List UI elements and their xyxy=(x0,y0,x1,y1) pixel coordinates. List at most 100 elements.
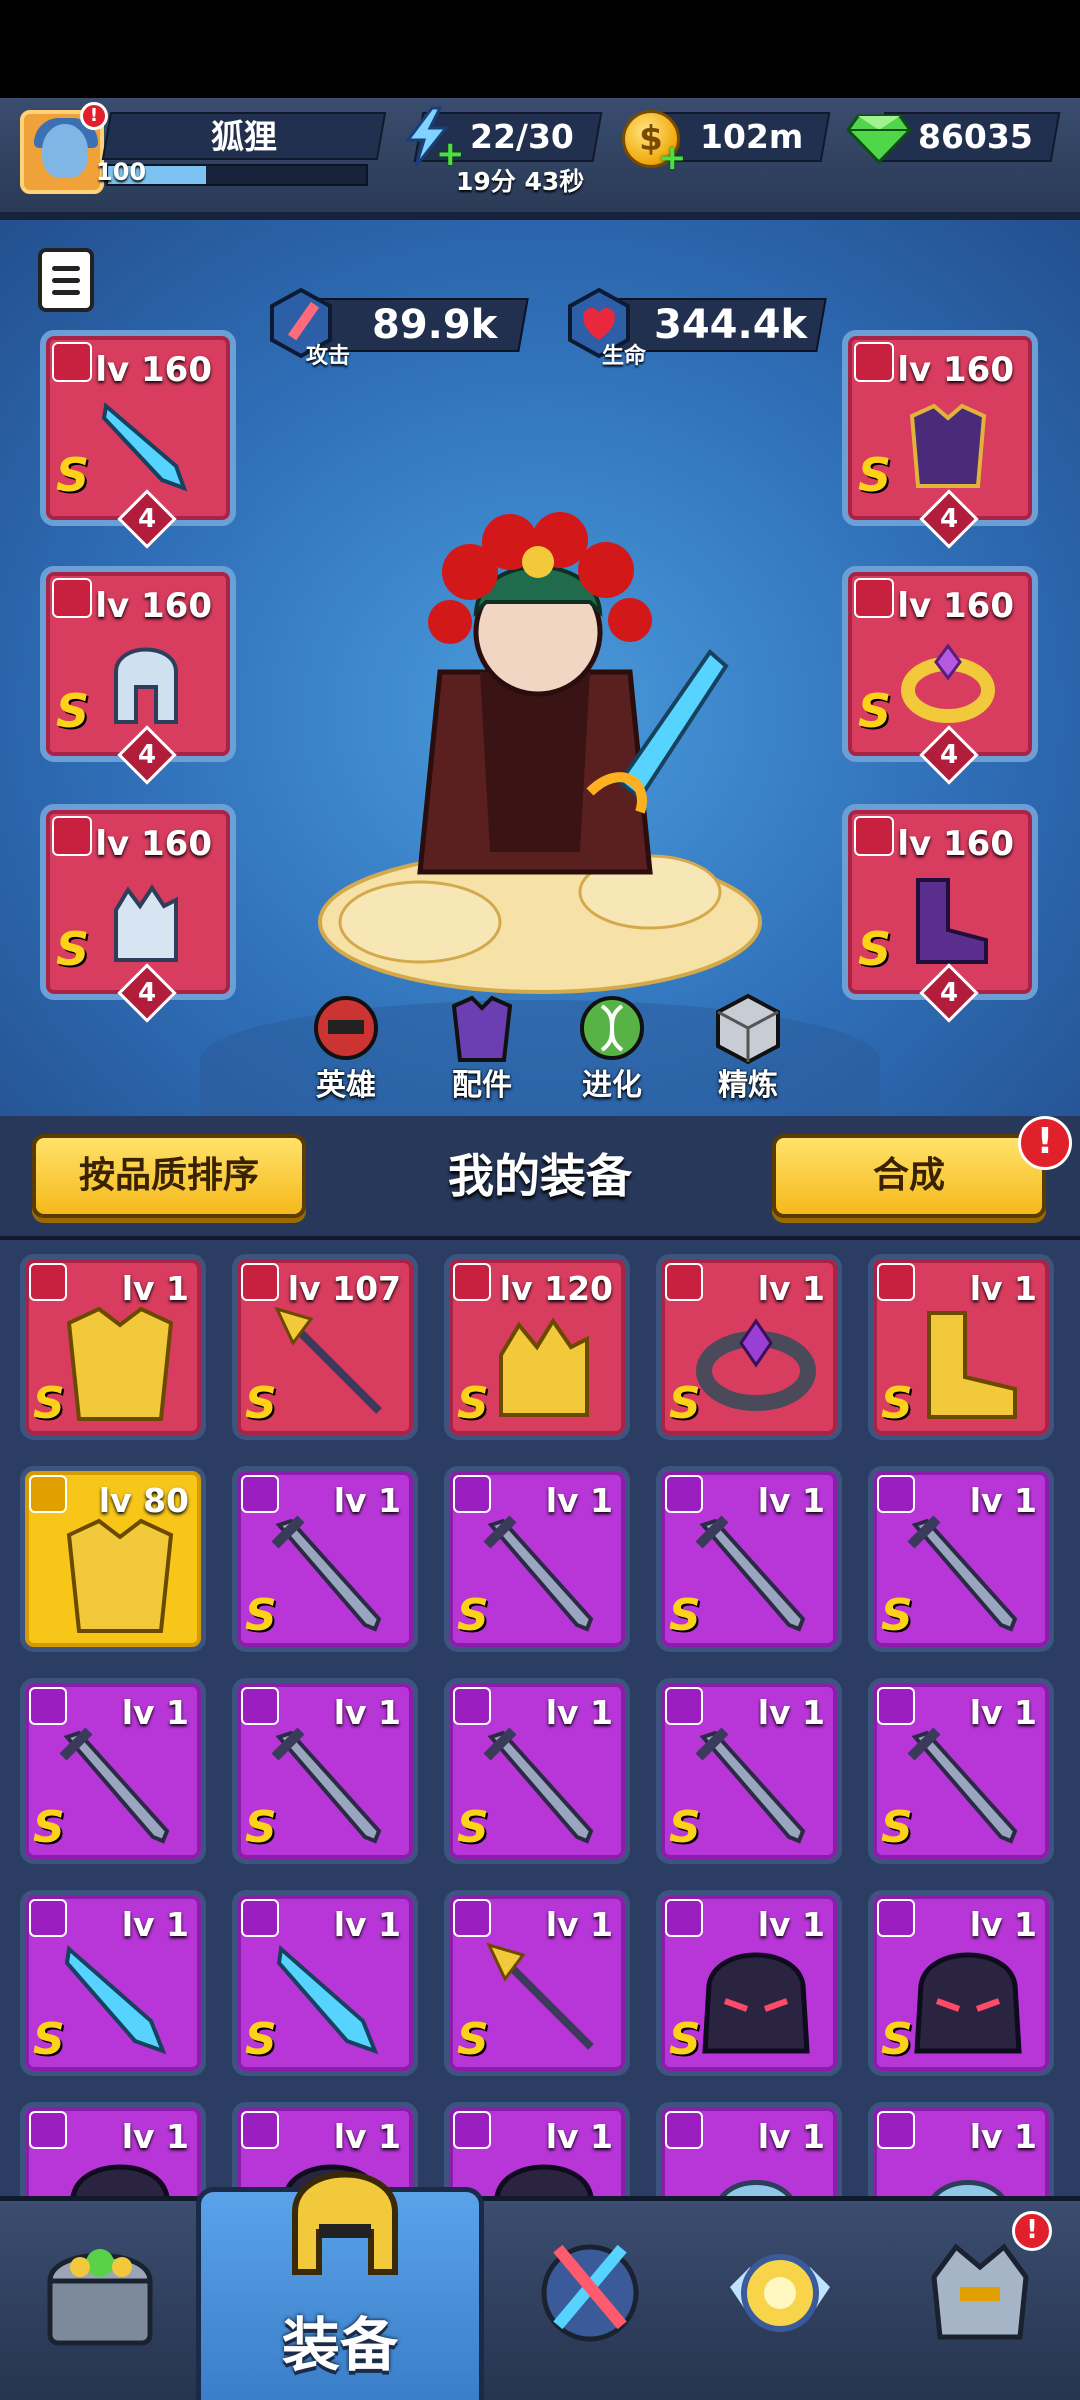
status-bar xyxy=(0,0,1080,98)
item-level: lv 80 xyxy=(98,1481,189,1520)
nav-shop[interactable] xyxy=(0,2207,200,2400)
item-level: lv 1 xyxy=(121,1269,189,1308)
item-type-icon xyxy=(241,1263,279,1301)
item-type-icon xyxy=(453,1899,491,1937)
item-grade: S xyxy=(33,1378,65,1429)
player-name: 狐狸 xyxy=(211,117,277,156)
equipment-item[interactable]: lv 1 xyxy=(656,2102,842,2200)
equipment-item[interactable]: lv 1 xyxy=(868,2102,1054,2200)
item-type-icon xyxy=(665,2111,703,2149)
equipment-item[interactable]: lv 120 S xyxy=(444,1254,630,1440)
item-grade: S xyxy=(669,1378,701,1429)
equipment-item[interactable]: lv 1 S xyxy=(868,1890,1054,2076)
energy-timer: 19分 43秒 xyxy=(456,167,585,196)
equipped-boots-slot[interactable]: lv 160 S 4 xyxy=(842,804,1038,1023)
tab-accessory[interactable]: 配件 xyxy=(432,990,532,1104)
equipment-item[interactable]: lv 1 S xyxy=(656,1890,842,2076)
item-type-icon xyxy=(665,1263,703,1301)
item-level: lv 120 xyxy=(499,1269,613,1308)
merge-button[interactable]: 合成 xyxy=(772,1134,1046,1218)
equipped-weapon-slot[interactable]: lv 160 S 4 xyxy=(40,330,236,549)
slot-star-badge: 4 xyxy=(117,725,177,785)
item-level: lv 1 xyxy=(969,2117,1037,2156)
item-level: lv 1 xyxy=(757,1693,825,1732)
clipboard-icon[interactable] xyxy=(38,248,94,312)
spear-icon xyxy=(274,1306,382,1414)
item-type-icon xyxy=(241,1475,279,1513)
gauntlet-icon xyxy=(499,1317,589,1417)
avatar-alert-icon: ! xyxy=(80,102,108,130)
equipment-item[interactable]: lv 1 S xyxy=(20,1890,206,2076)
refine-cube-icon xyxy=(716,993,780,1065)
nav-equipment[interactable]: 装备 xyxy=(196,2171,484,2400)
tab-hero-label: 英雄 xyxy=(316,1068,376,1103)
equipment-item[interactable]: lv 1 S xyxy=(656,1678,842,1864)
item-type-icon xyxy=(877,1687,915,1725)
equipment-item[interactable]: lv 1 S xyxy=(20,1254,206,1440)
sort-by-quality-button[interactable]: 按品质排序 xyxy=(32,1134,306,1218)
hero-helmet-icon xyxy=(314,996,378,1060)
equipment-item[interactable]: lv 1 S xyxy=(444,1890,630,2076)
equipment-item[interactable]: lv 1 S xyxy=(20,1678,206,1864)
equipment-item[interactable]: lv 80 xyxy=(20,1466,206,1652)
top-bar: ! 狐狸 100 + 22/30 19分 43秒 $ + 102m 86035 xyxy=(0,98,1080,216)
equipment-item[interactable]: lv 1 xyxy=(444,2102,630,2200)
equipment-item[interactable]: lv 1 S xyxy=(232,1466,418,1652)
attack-value: 89.9k xyxy=(372,302,498,348)
item-level: lv 1 xyxy=(121,1905,189,1944)
nav-rank[interactable]: ! xyxy=(880,2207,1080,2400)
equipment-item[interactable]: lv 1 xyxy=(20,2102,206,2200)
equipment-item[interactable]: lv 1 S xyxy=(444,1678,630,1864)
nav-summon[interactable] xyxy=(680,2207,880,2400)
armor-icon xyxy=(66,1518,174,1633)
equipment-item[interactable]: lv 1 S xyxy=(868,1466,1054,1652)
equipped-ring-slot[interactable]: lv 160 S 4 xyxy=(842,566,1038,785)
equipment-item[interactable]: lv 1 S xyxy=(656,1466,842,1652)
boots-icon xyxy=(927,1311,1017,1419)
equipment-item[interactable]: lv 1 S xyxy=(868,1678,1054,1864)
helmet-type-icon xyxy=(52,578,92,618)
tab-refine[interactable]: 精炼 xyxy=(698,990,798,1104)
armor-icon xyxy=(66,1306,174,1421)
gauntlet-icon xyxy=(114,884,178,962)
equipment-item[interactable]: lv 1 S xyxy=(232,1890,418,2076)
slot-grade: S xyxy=(56,922,90,976)
equipped-gloves-slot[interactable]: lv 160 S 4 xyxy=(40,804,236,1023)
item-level: lv 1 xyxy=(757,1905,825,1944)
spear-icon xyxy=(486,1942,594,2050)
item-level: lv 1 xyxy=(757,1269,825,1308)
item-type-icon xyxy=(665,1475,703,1513)
slot-stars: 4 xyxy=(137,740,157,770)
blade-icon xyxy=(101,402,188,492)
ring-icon xyxy=(696,1318,816,1411)
tab-evolve[interactable]: 进化 xyxy=(562,990,662,1104)
equipment-item[interactable]: lv 1 S xyxy=(868,1254,1054,1440)
blade-icon xyxy=(276,1945,379,2055)
helmet-icon xyxy=(114,647,178,724)
item-level: lv 1 xyxy=(121,1693,189,1732)
equipment-item[interactable]: lv 107 S xyxy=(232,1254,418,1440)
sword-icon xyxy=(907,1515,1018,1632)
coin-plus-icon[interactable]: + xyxy=(658,141,687,175)
slot-level: lv 160 xyxy=(95,824,212,864)
bag-header: 按品质排序 我的装备 合成 ! xyxy=(0,1116,1080,1240)
nav-battle[interactable] xyxy=(490,2207,690,2400)
nav-equipment-label: 装备 xyxy=(281,2311,398,2379)
tab-hero[interactable]: 英雄 xyxy=(296,990,396,1104)
slot-stars: 4 xyxy=(137,504,157,534)
slot-level: lv 160 xyxy=(897,824,1014,864)
item-grade: S xyxy=(245,1378,277,1429)
equipped-armor-slot[interactable]: lv 160 S 4 xyxy=(842,330,1038,549)
battle-swords-icon xyxy=(541,2244,639,2342)
tab-evolve-label: 进化 xyxy=(582,1068,642,1103)
item-type-icon xyxy=(241,1687,279,1725)
equipment-item[interactable]: lv 1 S xyxy=(232,1678,418,1864)
equipped-helmet-slot[interactable]: lv 160 S 4 xyxy=(40,566,236,785)
sword-icon xyxy=(695,1515,806,1632)
equipment-grid: lv 1 Slv 107 Slv 120 Slv 1 Slv 1 Slv 80 lv 1 Sl… xyxy=(0,1240,1080,2200)
equipment-item[interactable]: lv 1 S xyxy=(656,1254,842,1440)
item-type-icon xyxy=(453,1263,491,1301)
hero-character xyxy=(318,512,762,994)
nav-rank-alert-icon: ! xyxy=(1012,2211,1052,2251)
equipment-item[interactable]: lv 1 S xyxy=(444,1466,630,1652)
